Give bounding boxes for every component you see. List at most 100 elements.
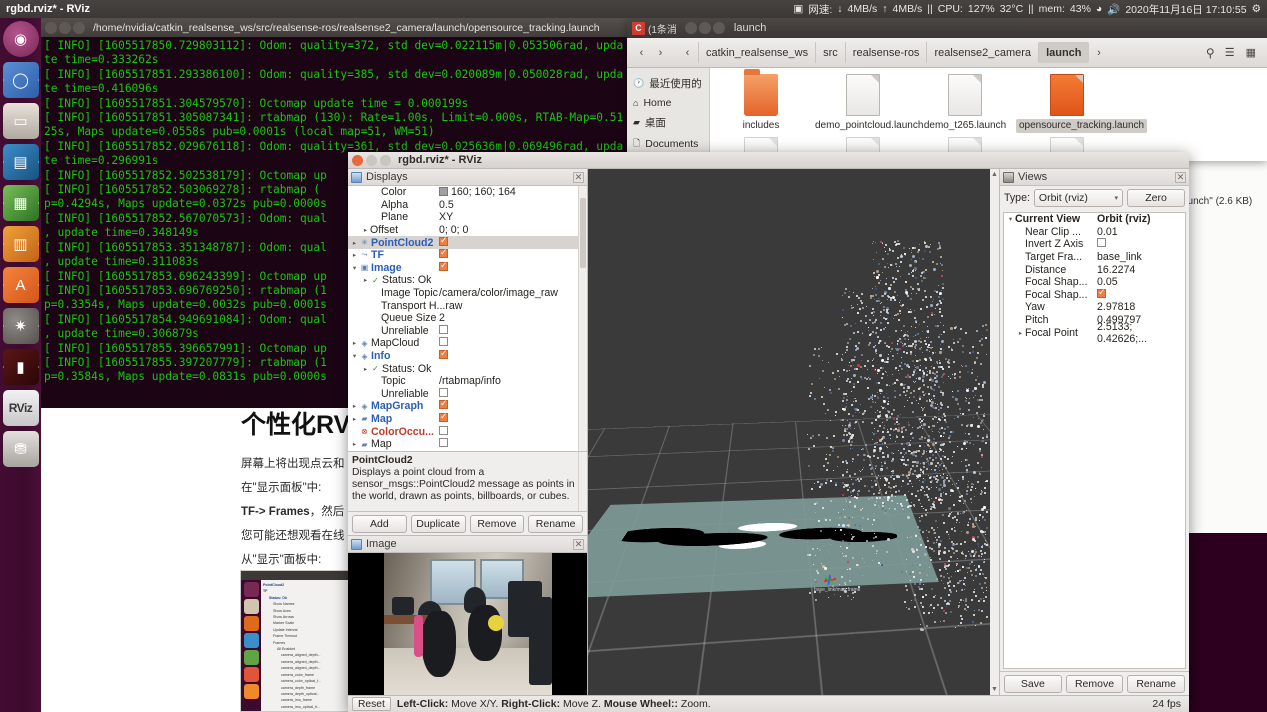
view-property-row[interactable]: Distance 16.2274: [1004, 263, 1185, 276]
display-row[interactable]: Unreliable: [348, 387, 587, 401]
display-row-value[interactable]: 2: [439, 312, 587, 324]
file-item[interactable]: demo_t265.launch: [914, 74, 1016, 133]
unity-launcher[interactable]: ◉◯▭▤▦▥A✷▮RViz⛃🗑: [0, 18, 41, 712]
view-property-row[interactable]: Focal Shap... 0.05: [1004, 276, 1185, 289]
file-manager-titlebar[interactable]: C (1条消 launch: [627, 18, 1267, 38]
expand-arrow-icon[interactable]: ▸: [350, 251, 359, 259]
breadcrumb-src[interactable]: src: [815, 42, 845, 63]
reset-button[interactable]: Reset: [352, 697, 391, 711]
display-row-value[interactable]: [439, 337, 587, 349]
expand-arrow-icon[interactable]: ▾: [350, 352, 359, 360]
view-property-value[interactable]: 16.2274: [1097, 264, 1185, 276]
forward-button[interactable]: ›: [652, 43, 669, 63]
expand-arrow-icon[interactable]: ▸: [361, 226, 370, 234]
camera-image-view[interactable]: [348, 553, 587, 695]
screen-icon[interactable]: ▣: [793, 3, 803, 15]
breadcrumb-realsense-ros[interactable]: realsense-ros: [844, 42, 927, 63]
display-row-value[interactable]: [439, 235, 587, 249]
breadcrumb[interactable]: catkin_realsense_ws src realsense-ros reals…: [698, 42, 1089, 63]
launcher-item-ubuntu-software[interactable]: A: [2, 267, 39, 303]
views-button-row[interactable]: Save Remove Rename: [1000, 671, 1189, 695]
breadcrumb-catkin_realsense_ws[interactable]: catkin_realsense_ws: [698, 42, 815, 63]
clock[interactable]: 2020年11月16日 17:10:55: [1125, 2, 1246, 17]
expand-arrow-icon[interactable]: ▸: [361, 365, 370, 373]
wifi-icon[interactable]: ◕: [1096, 3, 1102, 15]
sidebar-item-home[interactable]: ⌂ Home: [627, 94, 709, 112]
view-property-value[interactable]: 0.01: [1097, 226, 1185, 238]
description-scrollbar[interactable]: [578, 452, 587, 511]
display-row[interactable]: ▸ ▰ Map: [348, 411, 587, 426]
displays-close-icon[interactable]: ✕: [573, 171, 584, 183]
view-property-value[interactable]: Orbit (rviz): [1097, 213, 1185, 225]
display-row-value[interactable]: [439, 247, 587, 261]
add-button[interactable]: Add: [352, 514, 407, 533]
expand-arrow-icon[interactable]: ▸: [1016, 329, 1025, 337]
terminal-maximize-button[interactable]: [73, 21, 85, 34]
expand-arrow-icon[interactable]: ▸: [350, 339, 359, 347]
display-row-value[interactable]: [439, 387, 587, 400]
display-row[interactable]: ▸ ▰ Map: [348, 438, 587, 451]
file-item[interactable]: demo_pointcloud.launch: [812, 74, 923, 133]
file-item[interactable]: includes: [710, 69, 812, 133]
view-property-row[interactable]: Near Clip ... 0.01: [1004, 226, 1185, 239]
filemanager-close-button[interactable]: [684, 22, 697, 34]
display-row-value[interactable]: [439, 398, 587, 412]
display-row[interactable]: ▸ ◈ MapGraph: [348, 398, 587, 413]
expand-arrow-icon[interactable]: ▾: [350, 264, 359, 272]
gear-icon[interactable]: ⚙: [1252, 3, 1261, 15]
launcher-item-files-nautilus[interactable]: ▭: [2, 103, 39, 139]
zero-button[interactable]: Zero: [1127, 189, 1185, 207]
volume-icon[interactable]: 🔊: [1107, 3, 1120, 16]
file-manager-file-grid[interactable]: includes demo_pointcloud.launch demo_t265.…: [710, 68, 1267, 161]
expand-arrow-icon[interactable]: ▸: [350, 239, 359, 247]
display-row-value[interactable]: [439, 425, 587, 438]
displays-button-row[interactable]: Add Duplicate Remove Rename: [348, 511, 587, 535]
list-view-icon[interactable]: ☰: [1225, 46, 1236, 59]
breadcrumb-up-button[interactable]: ‹: [679, 43, 696, 63]
remove-button[interactable]: Remove: [469, 514, 525, 533]
filemanager-maximize-button[interactable]: [712, 22, 725, 34]
views-tree[interactable]: ▾ Current View Orbit (rviz) Near Clip ... 0.…: [1003, 212, 1186, 669]
display-row[interactable]: Image Topic/camera/color/image_raw: [348, 287, 587, 300]
display-row-value[interactable]: [439, 260, 587, 274]
duplicate-button[interactable]: Duplicate: [410, 514, 466, 533]
displays-scrollbar[interactable]: [578, 186, 587, 451]
sidebar-item-desktop[interactable]: ▰ 桌面: [627, 112, 709, 133]
view-property-row[interactable]: Target Fra... base_link: [1004, 251, 1185, 264]
breadcrumb-more-button[interactable]: ›: [1091, 43, 1108, 63]
grid-view-icon[interactable]: ▦: [1246, 46, 1257, 59]
rviz-minimize-button[interactable]: [366, 154, 377, 166]
back-button[interactable]: ‹: [633, 43, 650, 63]
display-row-value[interactable]: /camera/color/image_raw: [439, 287, 587, 299]
view-property-value[interactable]: base_link: [1097, 251, 1185, 263]
expand-arrow-icon[interactable]: ▸: [361, 276, 370, 284]
view-property-value[interactable]: [1097, 238, 1185, 250]
view-property-row[interactable]: ▾ Current View Orbit (rviz): [1004, 213, 1185, 226]
expand-arrow-icon[interactable]: ▸: [350, 440, 359, 448]
file-manager-window[interactable]: C (1条消 launch ‹ › ‹ catkin_realsense_ws s…: [627, 18, 1267, 161]
filemanager-minimize-button[interactable]: [698, 22, 711, 34]
launcher-item-rviz[interactable]: RViz: [2, 390, 39, 426]
search-icon[interactable]: ⚲: [1206, 46, 1215, 60]
display-row[interactable]: ▸ ◈ MapCloud: [348, 337, 587, 350]
displays-rows[interactable]: Color 160; 160; 164 Alpha 0.5 Plane XY ▸ Offset…: [348, 186, 587, 451]
displays-tree[interactable]: Color 160; 160; 164 Alpha 0.5 Plane XY ▸ Offset…: [348, 186, 587, 451]
display-row[interactable]: Topic/rtabmap/info: [348, 375, 587, 388]
display-row[interactable]: Alpha 0.5: [348, 199, 587, 212]
display-row[interactable]: ⊗ ColorOccu...: [348, 425, 587, 438]
views-close-icon[interactable]: ✕: [1175, 171, 1186, 183]
display-row-value[interactable]: [439, 348, 587, 362]
display-row-value[interactable]: 0; 0; 0: [439, 224, 587, 236]
rename-view-button[interactable]: Rename: [1127, 674, 1186, 693]
view-property-value[interactable]: 0.05: [1097, 276, 1185, 288]
terminal-minimize-button[interactable]: [59, 21, 71, 34]
display-row-value[interactable]: raw: [445, 300, 587, 312]
tray-badge-icon[interactable]: C: [632, 21, 645, 35]
display-row-value[interactable]: [439, 438, 587, 450]
display-row-value[interactable]: /rtabmap/info: [439, 375, 587, 387]
display-row[interactable]: ▸ ✓ Status: Ok: [348, 362, 587, 375]
rviz-window[interactable]: rgbd.rviz* - RViz Displays ✕ Color 160; 1…: [348, 152, 1189, 712]
view-property-value[interactable]: [1097, 287, 1185, 301]
display-row[interactable]: ▸ ⤳ TF: [348, 247, 587, 262]
display-row[interactable]: Transport H... raw: [348, 299, 587, 312]
